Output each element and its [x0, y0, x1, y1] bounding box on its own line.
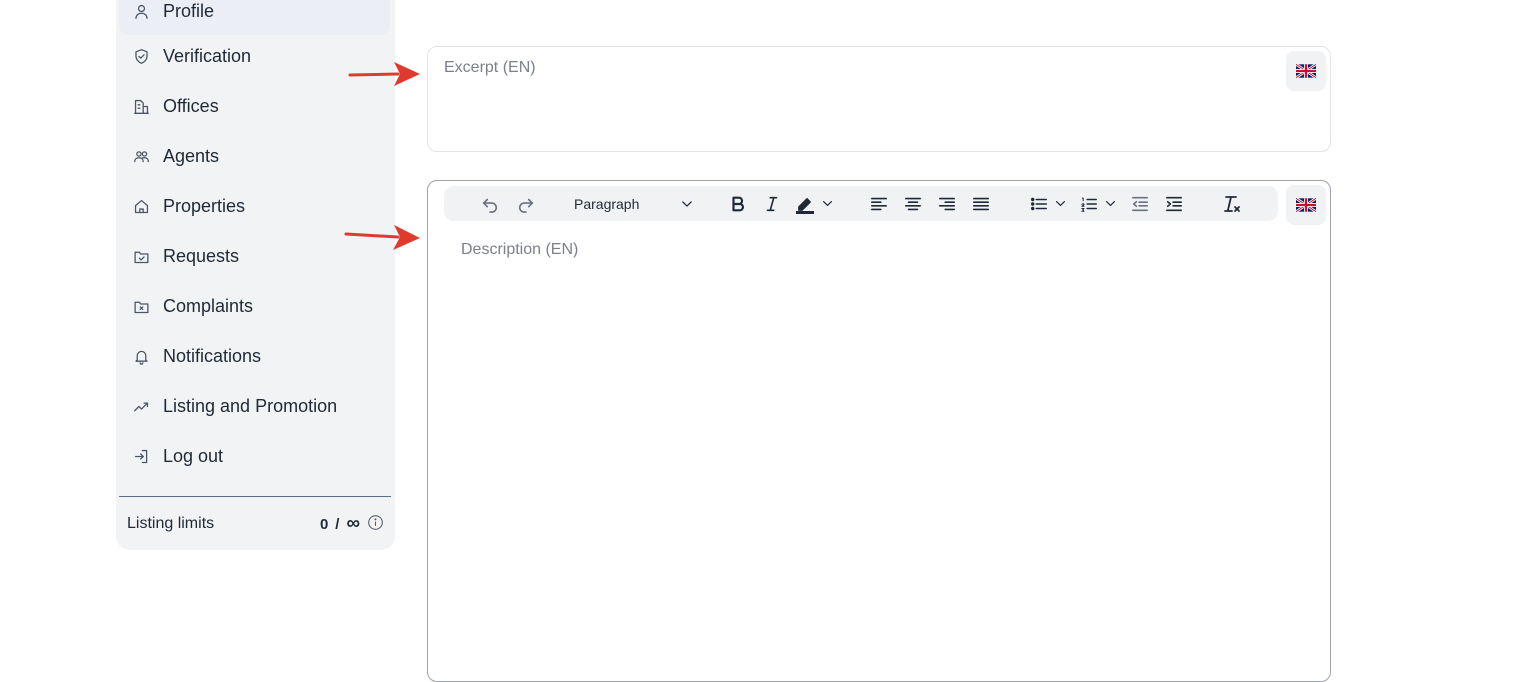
sidebar-item-label: Offices [163, 95, 219, 116]
uk-flag-icon [1296, 64, 1316, 78]
listing-limits: Listing limits 0 / ∞ [127, 512, 384, 536]
chevron-down-icon [682, 200, 692, 207]
align-right-button[interactable] [937, 190, 957, 217]
redo-button[interactable] [516, 190, 536, 217]
sidebar-item-profile[interactable]: Profile [119, 0, 390, 35]
align-center-button[interactable] [903, 190, 923, 217]
highlight-icon [796, 197, 814, 214]
annotation-arrow-excerpt [348, 62, 420, 86]
logout-icon [132, 447, 150, 465]
description-editor[interactable]: Paragraph Description (EN) [427, 180, 1331, 682]
folder-x-icon [132, 297, 150, 315]
sidebar-item-label: Properties [163, 195, 246, 216]
shield-check-icon [132, 47, 150, 65]
numbered-list-icon [1081, 197, 1098, 212]
sidebar-item-label: Complaints [163, 295, 254, 316]
listing-limits-separator: / [335, 515, 340, 533]
redo-icon [518, 198, 534, 213]
indent-button[interactable] [1164, 190, 1184, 217]
highlight-button[interactable] [794, 190, 838, 217]
sidebar-item-logout[interactable]: Log out [119, 432, 390, 480]
remove-format-icon [1224, 195, 1240, 212]
sidebar-item-label: Log out [163, 445, 224, 466]
sidebar-item-agents[interactable]: Agents [119, 132, 390, 180]
description-language-button[interactable] [1286, 185, 1326, 225]
bulleted-list-icon [1030, 197, 1048, 210]
sidebar-item-listing-promotion[interactable]: Listing and Promotion [119, 382, 390, 430]
editor-toolbar: Paragraph [444, 186, 1278, 221]
sidebar-item-label: Requests [163, 245, 240, 266]
home-icon [132, 197, 150, 215]
align-left-button[interactable] [869, 190, 889, 217]
align-center-icon [904, 197, 922, 210]
annotation-arrow-description [344, 225, 420, 250]
undo-button[interactable] [480, 190, 500, 217]
numbered-list-button[interactable] [1080, 190, 1122, 217]
sidebar-item-label: Agents [163, 145, 220, 166]
chevron-down-icon [1106, 200, 1115, 207]
sidebar-item-label: Verification [163, 45, 252, 66]
excerpt-language-button[interactable] [1286, 51, 1326, 91]
listing-limits-max: ∞ [346, 513, 360, 534]
listing-limits-label: Listing limits [127, 515, 215, 532]
office-icon [132, 97, 150, 115]
align-justify-icon [972, 197, 990, 210]
undo-icon [482, 198, 498, 213]
listing-limits-value: 0 / ∞ [320, 513, 384, 535]
folder-check-icon [132, 247, 150, 265]
sidebar-item-notifications[interactable]: Notifications [119, 332, 390, 380]
sidebar-item-label: Listing and Promotion [163, 395, 338, 416]
user-icon [132, 2, 150, 20]
listing-limits-used: 0 [319, 515, 329, 533]
agents-icon [132, 147, 150, 165]
bulleted-list-button[interactable] [1030, 190, 1072, 217]
italic-icon [766, 196, 778, 211]
bell-icon [132, 347, 150, 365]
info-icon[interactable] [367, 514, 384, 535]
description-placeholder: Description (EN) [461, 241, 579, 258]
sidebar-item-complaints[interactable]: Complaints [119, 282, 390, 330]
bold-icon [732, 196, 744, 211]
paragraph-dropdown-label: Paragraph [574, 195, 640, 212]
italic-button[interactable] [762, 190, 782, 217]
align-justify-button[interactable] [971, 190, 991, 217]
sidebar-divider [119, 496, 391, 497]
align-left-icon [870, 197, 888, 210]
remove-format-button[interactable] [1222, 190, 1242, 217]
align-right-icon [938, 197, 956, 210]
uk-flag-icon [1296, 198, 1316, 212]
paragraph-dropdown[interactable]: Paragraph [574, 190, 694, 217]
sidebar-item-label: Profile [163, 0, 215, 21]
outdent-button[interactable] [1130, 190, 1150, 217]
bold-button[interactable] [727, 190, 749, 217]
excerpt-field[interactable]: Excerpt (EN) [427, 46, 1331, 152]
chevron-down-icon [823, 200, 832, 207]
trending-up-icon [132, 397, 150, 415]
outdent-icon [1131, 196, 1149, 211]
chevron-down-icon [1056, 200, 1065, 207]
sidebar-item-label: Notifications [163, 345, 262, 366]
indent-icon [1165, 196, 1183, 211]
excerpt-placeholder: Excerpt (EN) [444, 59, 536, 76]
